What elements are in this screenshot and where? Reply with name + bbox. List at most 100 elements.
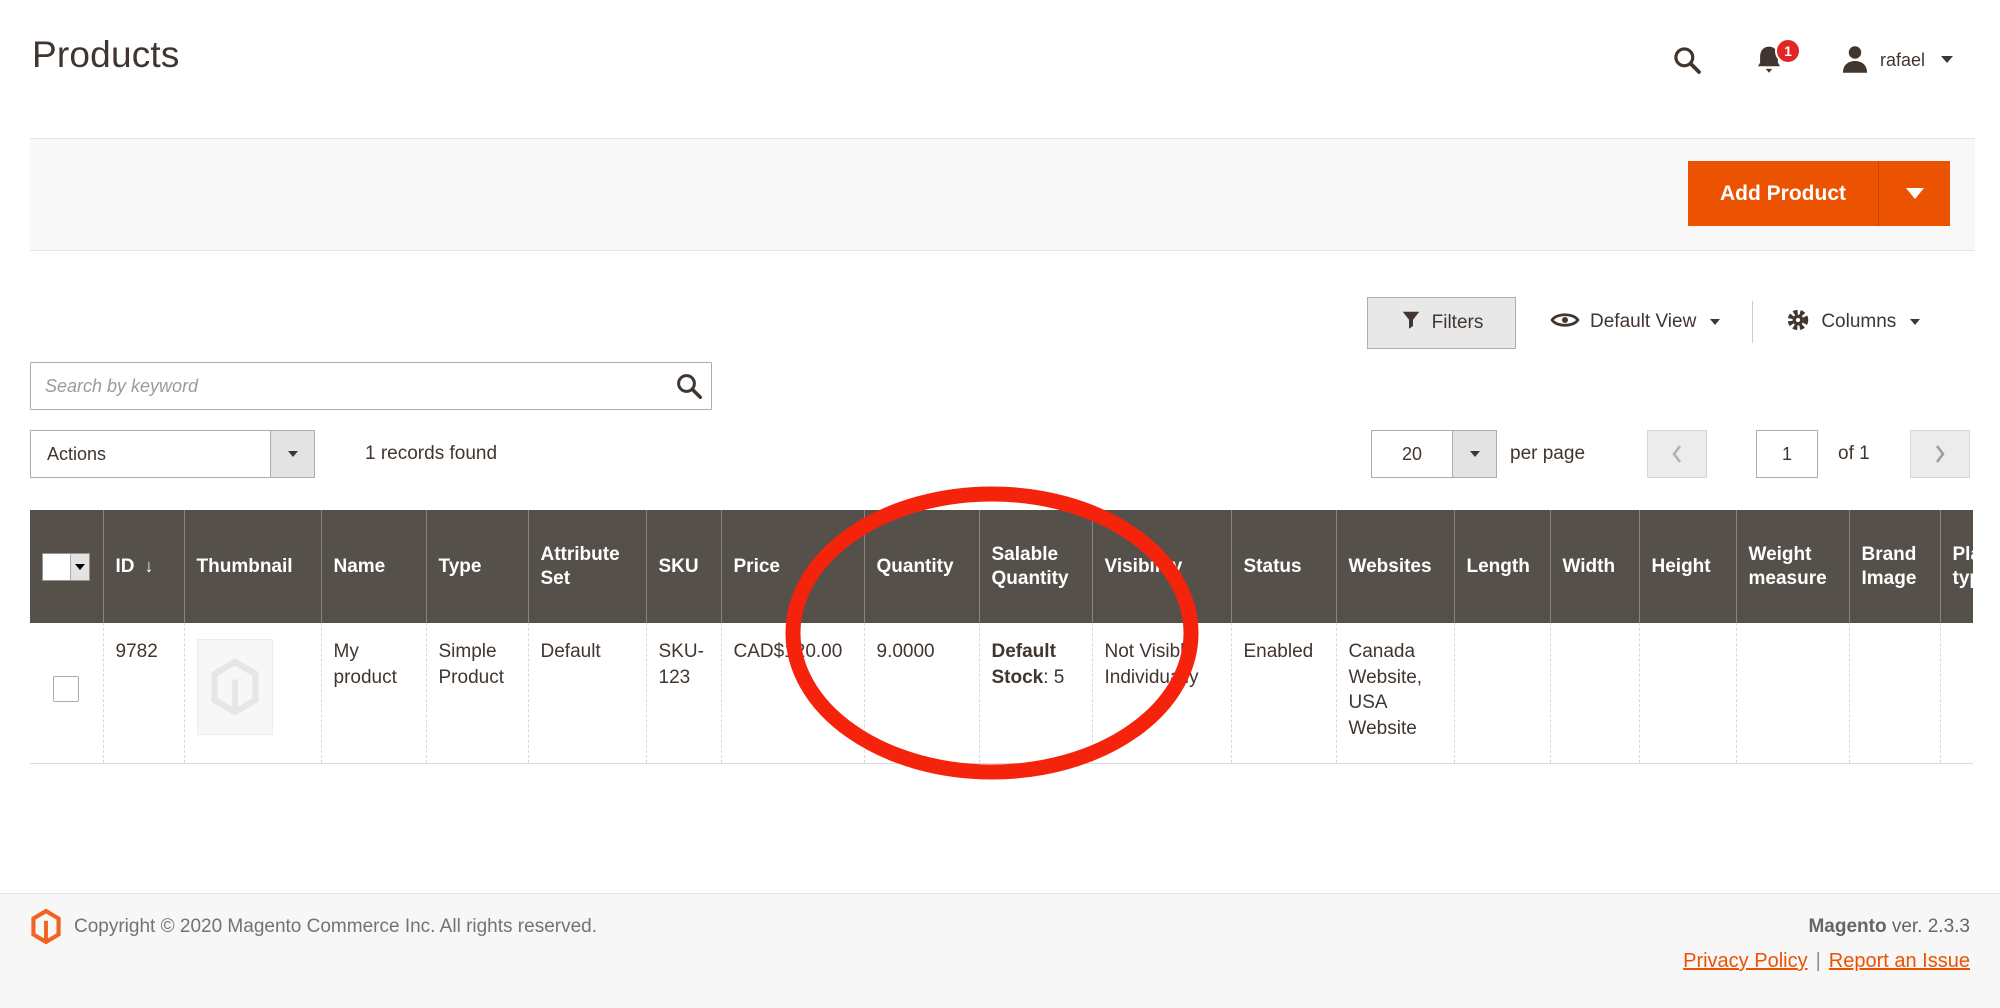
select-all-header [30, 510, 104, 623]
grid-header-row: ID ↓ Thumbnail Name Type Attribute Set SK… [30, 510, 1973, 623]
column-header-sku[interactable]: SKU [646, 510, 722, 623]
current-page-input[interactable] [1756, 430, 1818, 478]
filters-label: Filters [1431, 312, 1484, 333]
magento-logo-icon [30, 908, 62, 950]
previous-page-button[interactable] [1647, 430, 1707, 478]
chevron-down-icon [287, 451, 298, 457]
column-header-websites[interactable]: Websites [1336, 510, 1455, 623]
column-header-brand-image[interactable]: Brand Image [1849, 510, 1941, 623]
products-admin-page: Products 1 rafael Add Product Filters De… [0, 0, 2000, 1008]
add-product-button[interactable]: Add Product [1688, 161, 1878, 226]
chevron-right-icon [1935, 445, 1945, 463]
column-header-width[interactable]: Width [1550, 510, 1640, 623]
row-checkbox[interactable] [53, 675, 80, 702]
cell-weight-measure [1736, 623, 1850, 764]
grid-actions-row: Actions 1 records found 20 per page of 1 [0, 430, 2000, 478]
search-input[interactable] [30, 362, 712, 410]
magento-placeholder-icon [210, 658, 259, 716]
actions-chevron-zone [270, 431, 314, 477]
version-number: ver. 2.3.3 [1886, 916, 1970, 937]
column-header-placement-type[interactable]: Placement type [1940, 510, 1973, 623]
cell-width [1550, 623, 1640, 764]
cell-brand-image [1849, 623, 1941, 764]
filter-funnel-icon [1400, 309, 1422, 337]
actions-dropdown[interactable]: Actions [30, 430, 315, 478]
records-found-text: 1 records found [365, 443, 498, 464]
version-text: Magento ver. 2.3.3 [1808, 916, 1970, 938]
chevron-down-icon [75, 563, 86, 570]
copyright-text: Copyright © 2020 Magento Commerce Inc. A… [74, 916, 598, 937]
columns-selector[interactable]: Columns [1821, 311, 1896, 333]
action-toolbar: Add Product [30, 138, 1975, 251]
column-header-length[interactable]: Length [1454, 510, 1551, 623]
privacy-policy-link[interactable]: Privacy Policy [1683, 950, 1807, 972]
select-all-dropdown[interactable] [42, 552, 91, 581]
page-footer: Copyright © 2020 Magento Commerce Inc. A… [0, 893, 2000, 1008]
column-header-height[interactable]: Height [1639, 510, 1737, 623]
select-all-checkbox[interactable] [43, 553, 71, 580]
eye-icon [1550, 309, 1580, 336]
column-header-id[interactable]: ID ↓ [103, 510, 185, 623]
cell-salable-quantity: Default Stock: 5 [979, 623, 1093, 764]
cell-websites: Canada Website, USA Website [1336, 623, 1455, 764]
search-submit-button[interactable] [674, 371, 704, 404]
cell-thumbnail [184, 623, 322, 764]
legal-links: Privacy Policy | Report an Issue [1683, 950, 1970, 973]
column-header-status[interactable]: Status [1231, 510, 1337, 623]
gear-icon [1785, 307, 1811, 338]
page-size-value: 20 [1401, 443, 1423, 464]
chevron-down-icon [1469, 451, 1480, 457]
column-label: ID [115, 555, 135, 577]
notification-count-badge[interactable]: 1 [1775, 38, 1801, 64]
total-pages-label: of 1 [1838, 443, 1870, 464]
add-product-split-button: Add Product [1688, 161, 1950, 226]
column-header-attribute-set[interactable]: Attribute Set [528, 510, 647, 623]
cell-type: Simple Product [426, 623, 529, 764]
cell-name: My product [321, 623, 427, 764]
cell-price: CAD$120.00 [721, 623, 865, 764]
cell-sku: SKU-123 [646, 623, 722, 764]
keyword-search [30, 362, 712, 410]
cell-visibility: Not Visible Individually [1092, 623, 1232, 764]
search-icon[interactable] [1671, 44, 1703, 81]
next-page-button[interactable] [1910, 430, 1970, 478]
divider [1752, 301, 1754, 343]
sort-descending-icon: ↓ [144, 556, 154, 577]
user-name[interactable]: rafael [1880, 50, 1925, 71]
page-size-dropdown[interactable]: 20 [1371, 430, 1497, 478]
view-selector[interactable]: Default View [1590, 311, 1696, 333]
columns-chevron-down-icon[interactable] [1910, 319, 1921, 325]
search-icon [677, 374, 702, 399]
column-header-type[interactable]: Type [426, 510, 529, 623]
cell-height [1639, 623, 1737, 764]
table-row[interactable]: 9782 My product Simple Product Default S… [30, 623, 1973, 764]
page-title: Products [32, 34, 180, 75]
add-product-dropdown-button[interactable] [1878, 161, 1950, 226]
column-header-thumbnail[interactable]: Thumbnail [184, 510, 322, 623]
view-columns-group: Default View Columns [1550, 293, 1921, 351]
user-avatar-icon[interactable] [1838, 43, 1872, 82]
filters-button[interactable]: Filters [1367, 297, 1516, 349]
actions-label: Actions [47, 443, 107, 464]
link-separator: | [1815, 950, 1821, 972]
column-header-salable-quantity[interactable]: Salable Quantity [979, 510, 1093, 623]
salable-stock-value: : 5 [1043, 666, 1065, 688]
report-issue-link[interactable]: Report an Issue [1829, 950, 1970, 972]
products-grid: ID ↓ Thumbnail Name Type Attribute Set SK… [30, 510, 1973, 764]
view-chevron-down-icon[interactable] [1710, 319, 1721, 325]
column-header-name[interactable]: Name [321, 510, 427, 623]
cell-length [1454, 623, 1551, 764]
chevron-left-icon [1672, 445, 1682, 463]
row-select-cell [30, 623, 104, 764]
column-header-price[interactable]: Price [721, 510, 865, 623]
product-thumbnail [196, 639, 273, 735]
column-header-visibility[interactable]: Visibility [1092, 510, 1232, 623]
page-header: Products 1 rafael [0, 0, 2000, 138]
column-header-quantity[interactable]: Quantity [864, 510, 980, 623]
notification-count: 1 [1784, 43, 1792, 59]
cell-placement-type [1940, 623, 1973, 764]
user-menu-chevron-down-icon[interactable] [1941, 56, 1953, 63]
select-all-chevron-zone[interactable] [70, 553, 90, 580]
column-header-weight-measure[interactable]: Weight measure [1736, 510, 1850, 623]
cell-attribute-set: Default [528, 623, 647, 764]
